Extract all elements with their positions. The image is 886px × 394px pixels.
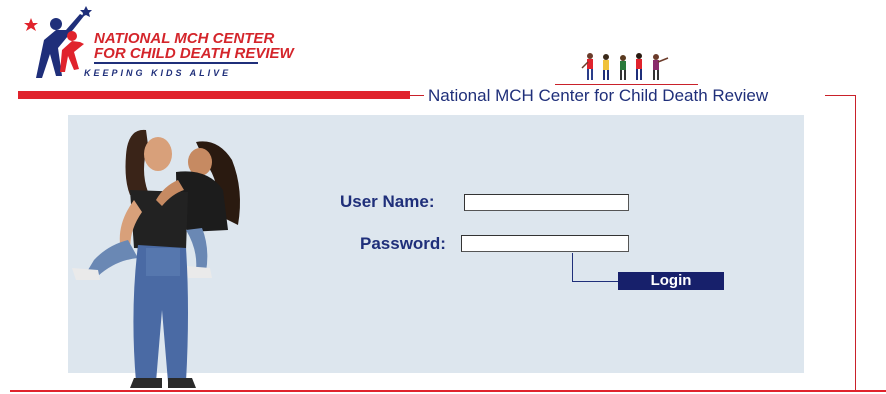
illustration-underline [555, 84, 698, 85]
header-connector-line [410, 95, 424, 96]
password-input[interactable] [461, 235, 629, 252]
password-label: Password: [360, 234, 446, 253]
page-title: National MCH Center for Child Death Revi… [428, 86, 769, 105]
header-red-bar [18, 91, 410, 99]
username-label: User Name: [340, 192, 435, 211]
footer-red-line [10, 390, 886, 392]
site-logo: NATIONAL MCH CENTER FOR CHILD DEATH REVI… [22, 6, 294, 84]
logo-line-2: FOR CHILD DEATH REVIEW [94, 45, 294, 62]
username-input[interactable] [464, 194, 629, 211]
logo-tagline: KEEPING KIDS ALIVE [84, 68, 232, 78]
running-kids-icon [581, 53, 669, 80]
logo-rule [94, 62, 258, 64]
button-connector-horizontal [572, 281, 618, 282]
right-border-line [855, 95, 856, 391]
button-connector-vertical [572, 253, 573, 281]
login-button[interactable]: Login [618, 272, 724, 290]
girls-photo [72, 129, 240, 388]
header-right-line [825, 95, 855, 96]
